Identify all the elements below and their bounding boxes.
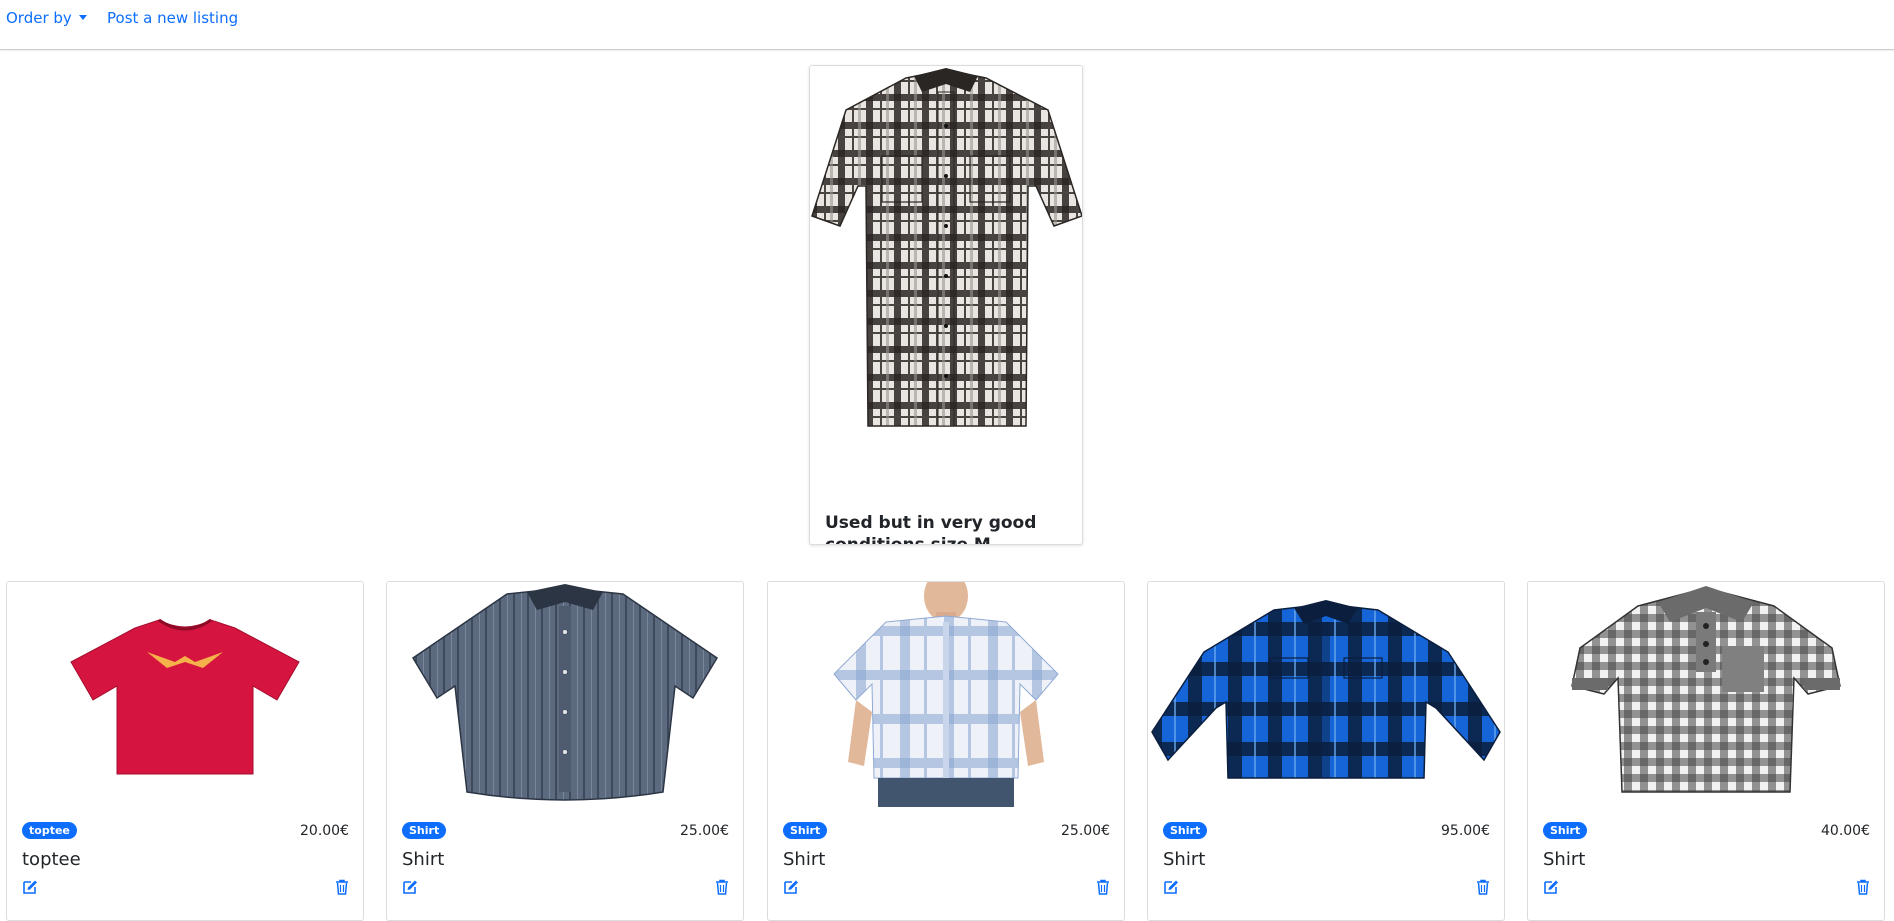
listing-card[interactable]: Shirt 40.00€ Shirt <box>1527 581 1885 921</box>
price-label: 25.00€ <box>680 823 729 839</box>
listing-card[interactable]: Shirt 95.00€ Shirt <box>1147 581 1505 921</box>
category-badge: toptee <box>22 822 77 839</box>
order-by-label: Order by <box>6 9 72 27</box>
edit-icon[interactable] <box>1543 879 1559 899</box>
trash-icon[interactable] <box>715 879 729 899</box>
trash-icon[interactable] <box>1096 879 1110 899</box>
post-listing-link[interactable]: Post a new listing <box>107 9 238 27</box>
listing-title[interactable]: Shirt <box>1543 849 1585 870</box>
edit-icon[interactable] <box>22 879 38 899</box>
blue-flannel-shirt-image[interactable] <box>1148 582 1504 807</box>
category-badge: Shirt <box>783 822 828 839</box>
featured-listing-card[interactable]: Used but in very good conditions size M <box>809 65 1083 545</box>
trash-icon[interactable] <box>1856 879 1870 899</box>
listing-card[interactable]: Shirt 25.00€ Shirt <box>767 581 1125 921</box>
price-label: 95.00€ <box>1441 823 1490 839</box>
listing-title[interactable]: Shirt <box>1163 849 1205 870</box>
category-badge: Shirt <box>1543 822 1588 839</box>
featured-listing-title[interactable]: Used but in very good conditions size M <box>825 512 1065 544</box>
trash-icon[interactable] <box>1476 879 1490 899</box>
top-navbar: Order by Post a new listing <box>0 0 1894 50</box>
price-label: 40.00€ <box>1821 823 1870 839</box>
category-badge: Shirt <box>402 822 447 839</box>
grey-blue-shirt-image[interactable] <box>387 582 743 807</box>
light-plaid-shirt-on-model-image[interactable] <box>768 582 1124 807</box>
listing-title[interactable]: Shirt <box>783 849 825 870</box>
red-tshirt-image[interactable] <box>7 582 363 807</box>
gingham-polo-shirt-image[interactable] <box>1528 582 1884 807</box>
price-label: 20.00€ <box>300 823 349 839</box>
edit-icon[interactable] <box>783 879 799 899</box>
listing-card[interactable]: toptee 20.00€ toptee <box>6 581 364 921</box>
plaid-short-sleeve-shirt-image[interactable] <box>810 66 1082 436</box>
caret-down-icon <box>78 15 87 20</box>
listing-card[interactable]: Shirt 25.00€ Shirt <box>386 581 744 921</box>
trash-icon[interactable] <box>335 879 349 899</box>
listing-title[interactable]: Shirt <box>402 849 444 870</box>
edit-icon[interactable] <box>402 879 418 899</box>
order-by-dropdown[interactable]: Order by <box>6 9 87 27</box>
category-badge: Shirt <box>1163 822 1208 839</box>
listing-title[interactable]: toptee <box>22 849 81 870</box>
edit-icon[interactable] <box>1163 879 1179 899</box>
price-label: 25.00€ <box>1061 823 1110 839</box>
